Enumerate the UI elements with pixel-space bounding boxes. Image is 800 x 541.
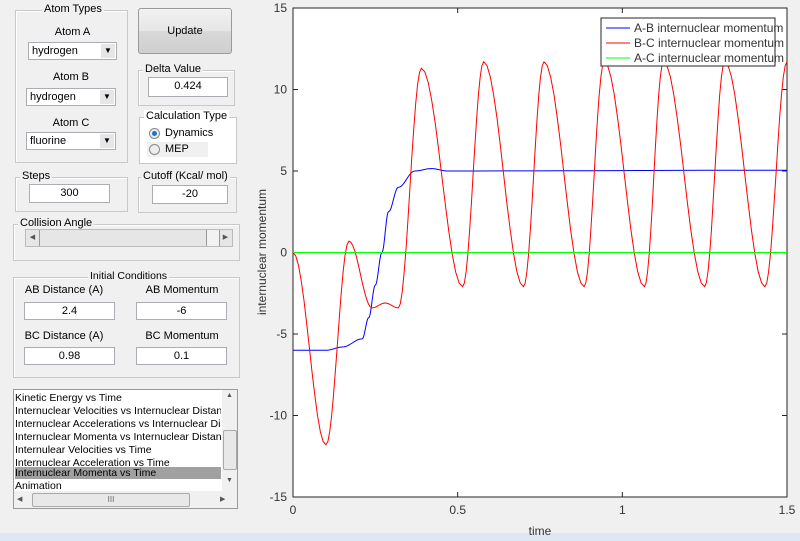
x-tick-label: 0.5 bbox=[449, 503, 466, 517]
y-tick-label: 5 bbox=[280, 164, 287, 178]
x-tick-label: 1 bbox=[619, 503, 626, 517]
x-axis-label: time bbox=[529, 524, 552, 538]
x-tick-label: 1.5 bbox=[779, 503, 796, 517]
x-tick-label: 0 bbox=[290, 503, 297, 517]
y-tick-label: -15 bbox=[270, 490, 288, 504]
legend-label: A-B internuclear momentum bbox=[634, 21, 783, 35]
y-tick-label: -10 bbox=[270, 409, 288, 423]
y-tick-label: 10 bbox=[274, 83, 288, 97]
legend-label: A-C internuclear momentum bbox=[634, 51, 784, 65]
y-tick-label: 15 bbox=[274, 1, 288, 15]
legend-label: B-C internuclear momentum bbox=[634, 36, 784, 50]
momentum-chart: 0 0.5 1 1.5 -15 -10 -5 0 5 10 15 internuclear mome… bbox=[255, 1, 796, 538]
legend: A-B internuclear momentumB-C internuclea… bbox=[600, 17, 784, 67]
y-axis-label: internuclear momentum bbox=[255, 189, 269, 315]
y-tick-label: -5 bbox=[276, 327, 287, 341]
y-tick-label: 0 bbox=[280, 246, 287, 260]
